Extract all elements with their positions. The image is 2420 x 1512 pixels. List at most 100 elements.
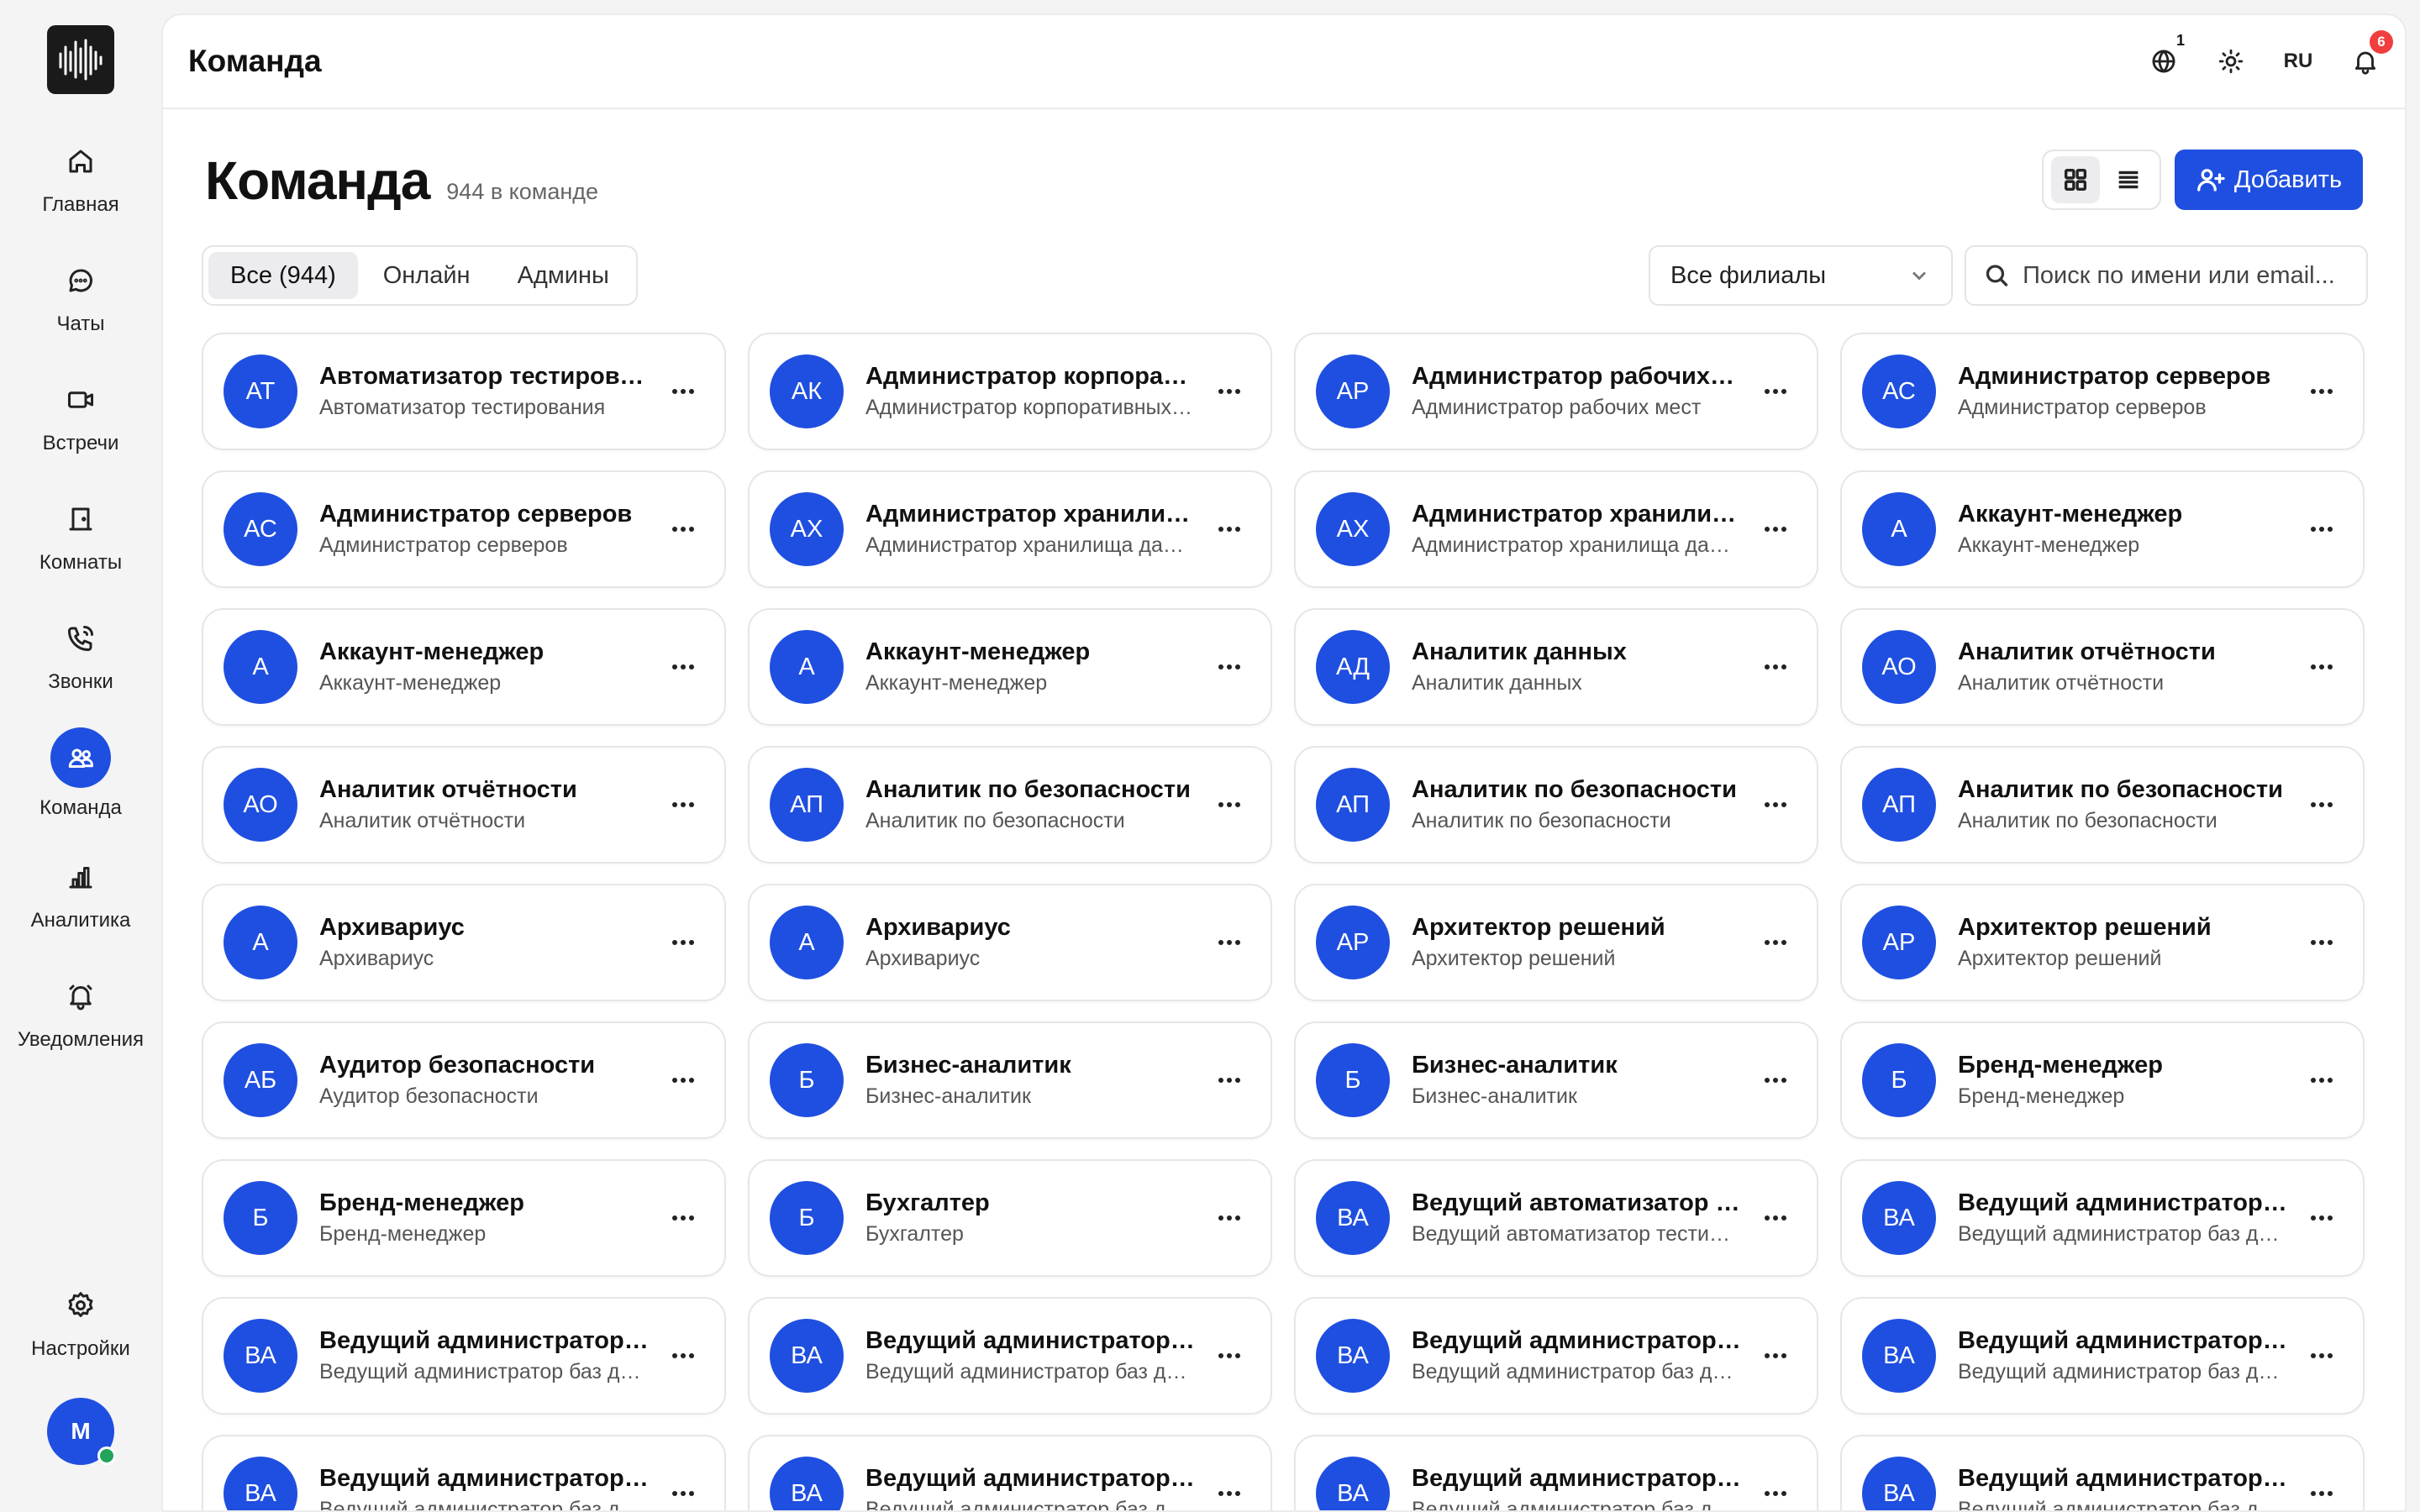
member-more-button[interactable] (2299, 1471, 2344, 1510)
member-card[interactable]: АД Аналитик данных Аналитик данных (1294, 608, 1818, 726)
member-card[interactable]: АБ Аудитор безопасности Аудитор безопаснос… (202, 1021, 726, 1139)
sidebar-item-meetings[interactable]: Встречи (0, 376, 161, 455)
member-card[interactable]: АС Администратор серверов Администратор се… (1840, 333, 2365, 450)
member-card[interactable]: АП Аналитик по безопасности Аналитик по бе… (1294, 746, 1818, 864)
member-more-button[interactable] (1753, 507, 1798, 552)
member-card[interactable]: АО Аналитик отчётности Аналитик отчётности (202, 746, 726, 864)
member-card[interactable]: ВАВедущий администратор баз данныхВедущи… (202, 1435, 726, 1510)
add-member-button[interactable]: Добавить (2175, 150, 2363, 210)
member-more-button[interactable] (660, 782, 706, 827)
member-card[interactable]: А Архивариус Архивариус (202, 884, 726, 1001)
member-more-button[interactable] (660, 369, 706, 414)
member-card[interactable]: АР Администратор рабочих мест Администрато… (1294, 333, 1818, 450)
member-card[interactable]: АП Аналитик по безопасности Аналитик по бе… (748, 746, 1272, 864)
member-name: Бизнес-аналитик (1412, 1052, 1618, 1079)
branch-select[interactable]: Все филиалы (1649, 245, 1953, 306)
member-card[interactable]: Б Бренд-менеджер Бренд-менеджер (202, 1159, 726, 1277)
globe-button[interactable]: 1 (2141, 30, 2190, 84)
member-more-button[interactable] (2299, 1058, 2344, 1103)
sidebar-item-chats[interactable]: Чаты (0, 257, 161, 336)
member-more-button[interactable] (1753, 1195, 1798, 1241)
app-logo[interactable] (47, 25, 114, 94)
member-more-button[interactable] (1753, 782, 1798, 827)
member-more-button[interactable] (1207, 782, 1252, 827)
sidebar-item-home[interactable]: Главная (0, 138, 161, 217)
member-card[interactable]: ВАВедущий администратор баз данныхВедущи… (202, 1297, 726, 1415)
member-more-button[interactable] (2299, 782, 2344, 827)
member-more-button[interactable] (1753, 1471, 1798, 1510)
member-card[interactable]: А Аккаунт-менеджер Аккаунт-менеджер (202, 608, 726, 726)
sidebar-item-notifications[interactable]: Уведомления (0, 973, 161, 1052)
tab-admins[interactable]: Админы (496, 252, 631, 299)
sidebar-item-rooms[interactable]: Комнаты (0, 496, 161, 575)
member-card[interactable]: А Аккаунт-менеджер Аккаунт-менеджер (748, 608, 1272, 726)
member-more-button[interactable] (660, 644, 706, 690)
member-card[interactable]: Б Бизнес-аналитик Бизнес-аналитик (1294, 1021, 1818, 1139)
member-more-button[interactable] (1207, 1471, 1252, 1510)
member-card[interactable]: АХАдминистратор хранилища данныхАдминист… (1294, 470, 1818, 588)
member-role: Бренд-менеджер (319, 1222, 487, 1246)
member-more-button[interactable] (660, 507, 706, 552)
member-more-button[interactable] (2299, 644, 2344, 690)
member-more-button[interactable] (1753, 644, 1798, 690)
member-more-button[interactable] (2299, 1195, 2344, 1241)
member-card[interactable]: ВАВедущий администратор баз данныхВедущи… (748, 1435, 1272, 1510)
member-card[interactable]: ВАВедущий автоматизатор тестированияВеду… (1294, 1159, 1818, 1277)
member-more-button[interactable] (1207, 920, 1252, 965)
member-more-button[interactable] (660, 1333, 706, 1378)
grid-view-button[interactable] (2050, 156, 2100, 203)
sidebar-item-team[interactable]: Команда (0, 727, 161, 820)
tab-online[interactable]: Онлайн (361, 252, 492, 299)
member-card[interactable]: Б Бизнес-аналитик Бизнес-аналитик (748, 1021, 1272, 1139)
member-card[interactable]: ВАВедущий администратор баз данныхВедущи… (1294, 1297, 1818, 1415)
member-card[interactable]: Б Бренд-менеджер Бренд-менеджер (1840, 1021, 2365, 1139)
member-more-button[interactable] (1207, 1333, 1252, 1378)
member-more-button[interactable] (2299, 507, 2344, 552)
member-more-button[interactable] (1207, 369, 1252, 414)
member-info: Бизнес-аналитик Бизнес-аналитик (865, 1052, 1195, 1109)
member-more-button[interactable] (1207, 644, 1252, 690)
theme-toggle-button[interactable] (2208, 39, 2254, 84)
member-more-button[interactable] (1207, 1058, 1252, 1103)
user-avatar[interactable]: M (47, 1398, 116, 1465)
member-more-button[interactable] (1207, 507, 1252, 552)
member-more-button[interactable] (660, 1058, 706, 1103)
member-more-button[interactable] (1753, 1333, 1798, 1378)
sidebar-item-settings[interactable]: Настройки (0, 1282, 161, 1361)
member-more-button[interactable] (2299, 369, 2344, 414)
member-card[interactable]: ВАВедущий администратор баз данныхВедущи… (1840, 1435, 2365, 1510)
member-card[interactable]: ВАВедущий администратор баз данныхВедущи… (1294, 1435, 1818, 1510)
member-card[interactable]: А Аккаунт-менеджер Аккаунт-менеджер (1840, 470, 2365, 588)
member-more-button[interactable] (1753, 920, 1798, 965)
member-more-button[interactable] (1207, 1195, 1252, 1241)
member-more-button[interactable] (2299, 1333, 2344, 1378)
member-card[interactable]: ВАВедущий администратор баз данныхВедущи… (748, 1297, 1272, 1415)
sidebar-item-calls[interactable]: Звонки (0, 615, 161, 694)
member-card[interactable]: АР Архитектор решений Архитектор решений (1294, 884, 1818, 1001)
member-card[interactable]: ВАВедущий администратор баз данныхВедущи… (1840, 1297, 2365, 1415)
member-card[interactable]: АС Администратор серверов Администратор се… (202, 470, 726, 588)
notifications-button[interactable]: 6 (2343, 30, 2393, 84)
list-view-button[interactable] (2104, 156, 2153, 203)
member-card[interactable]: АП Аналитик по безопасности Аналитик по бе… (1840, 746, 2365, 864)
language-button[interactable]: RU (2275, 39, 2321, 84)
member-info: Автоматизатор тестирования Автоматизатор … (319, 363, 649, 420)
member-card[interactable]: АО Аналитик отчётности Аналитик отчётности (1840, 608, 2365, 726)
member-card[interactable]: АТ Автоматизатор тестирования Автоматизато… (202, 333, 726, 450)
sidebar: Главная Чаты Встречи Комнаты Звонки Кома… (0, 0, 161, 1512)
member-more-button[interactable] (1753, 369, 1798, 414)
sidebar-item-analytics[interactable]: Аналитика (0, 853, 161, 932)
member-card[interactable]: АКАдминистратор корпоративных системАдми… (748, 333, 1272, 450)
member-more-button[interactable] (660, 920, 706, 965)
member-more-button[interactable] (660, 1195, 706, 1241)
member-more-button[interactable] (1753, 1058, 1798, 1103)
member-more-button[interactable] (660, 1471, 706, 1510)
member-card[interactable]: Б Бухгалтер Бухгалтер (748, 1159, 1272, 1277)
member-card[interactable]: АХАдминистратор хранилища данныхАдминист… (748, 470, 1272, 588)
member-card[interactable]: ВАВедущий администратор баз данныхВедущи… (1840, 1159, 2365, 1277)
member-card[interactable]: А Архивариус Архивариус (748, 884, 1272, 1001)
member-card[interactable]: АР Архитектор решений Архитектор решений (1840, 884, 2365, 1001)
member-more-button[interactable] (2299, 920, 2344, 965)
search-input[interactable] (2023, 261, 2349, 290)
tab-all[interactable]: Все (944) (208, 252, 358, 299)
